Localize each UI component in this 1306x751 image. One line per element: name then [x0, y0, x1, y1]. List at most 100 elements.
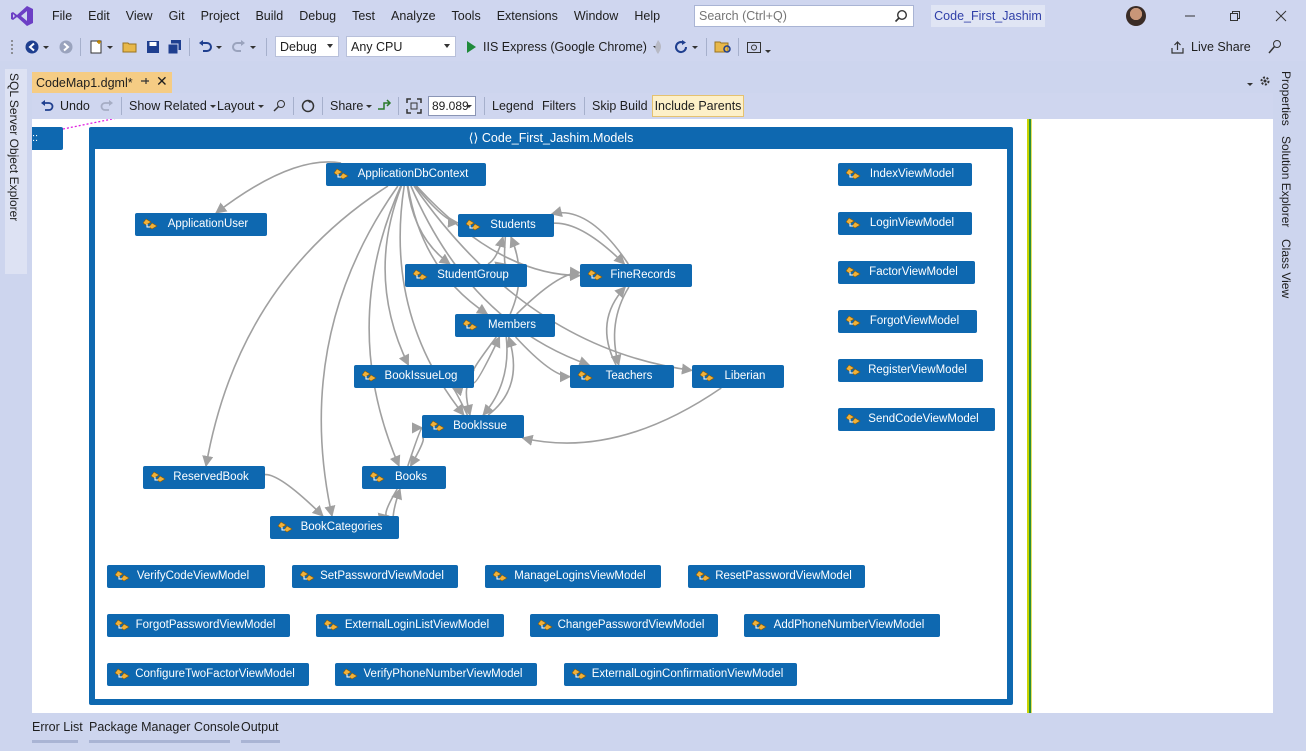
- visual-studio-logo-icon[interactable]: [10, 5, 34, 27]
- refresh-icon[interactable]: [673, 33, 698, 61]
- output-tab[interactable]: Output: [241, 720, 279, 734]
- codemap-canvas[interactable]: :: ⟨⟩ Code_First_Jashim.Models Applicati…: [32, 119, 1273, 713]
- class-node-book-issue-log[interactable]: BookIssueLog: [354, 365, 474, 388]
- new-project-icon[interactable]: [88, 33, 113, 61]
- refresh-map-icon[interactable]: [300, 93, 316, 119]
- close-tab-icon[interactable]: ✕: [156, 73, 168, 90]
- class-node-members[interactable]: Members: [455, 314, 555, 337]
- menu-view[interactable]: View: [118, 0, 161, 33]
- hot-reload-icon[interactable]: [652, 33, 664, 61]
- menu-extensions[interactable]: Extensions: [489, 0, 566, 33]
- error-list-tab[interactable]: Error List: [32, 720, 83, 734]
- codemap-toolbar: Undo Show Related Layout Share 89.089 Le…: [32, 93, 1273, 119]
- class-node-fine-records[interactable]: FineRecords: [580, 264, 692, 287]
- class-node-forgot-view-model[interactable]: ForgotViewModel: [838, 310, 977, 333]
- class-node-login-view-model[interactable]: LoginViewModel: [838, 212, 972, 235]
- package-manager-console-tab[interactable]: Package Manager Console: [89, 720, 240, 734]
- platform-dropdown[interactable]: Any CPU: [346, 36, 456, 57]
- menu-help[interactable]: Help: [626, 0, 668, 33]
- undo-button[interactable]: Undo: [40, 93, 90, 119]
- undo-icon[interactable]: [197, 33, 222, 61]
- menu-debug[interactable]: Debug: [291, 0, 344, 33]
- skip-build-button[interactable]: Skip Build: [592, 93, 648, 119]
- class-node-send-code-view-model[interactable]: SendCodeViewModel: [838, 408, 995, 431]
- include-parents-button[interactable]: Include Parents: [652, 95, 744, 117]
- search-icon[interactable]: [894, 9, 908, 23]
- minimize-icon[interactable]: [1180, 6, 1200, 26]
- zoom-level-combobox[interactable]: 89.089: [428, 96, 476, 116]
- class-node-set-password-view-model[interactable]: SetPasswordViewModel: [292, 565, 458, 588]
- class-node-book-issue[interactable]: BookIssue: [422, 415, 524, 438]
- open-folder-icon[interactable]: [122, 33, 138, 61]
- class-node-register-view-model[interactable]: RegisterViewModel: [838, 359, 983, 382]
- namespace-stub-node[interactable]: ::: [32, 127, 63, 150]
- menu-file[interactable]: File: [44, 0, 80, 33]
- class-node-reset-password-view-model[interactable]: ResetPasswordViewModel: [688, 565, 865, 588]
- menu-tools[interactable]: Tools: [444, 0, 489, 33]
- configuration-dropdown[interactable]: Debug: [275, 36, 339, 57]
- layout-menu[interactable]: Layout: [217, 93, 264, 119]
- class-icon: [343, 668, 358, 680]
- class-node-index-view-model[interactable]: IndexViewModel: [838, 163, 972, 186]
- class-node-forgot-password-view-model[interactable]: ForgotPasswordViewModel: [107, 614, 290, 637]
- close-icon[interactable]: [1271, 6, 1291, 26]
- class-node-books[interactable]: Books: [362, 466, 446, 489]
- menu-analyze[interactable]: Analyze: [383, 0, 443, 33]
- link-icon[interactable]: [376, 93, 392, 119]
- save-all-icon[interactable]: [167, 33, 183, 61]
- class-node-verify-code-view-model[interactable]: VerifyCodeViewModel: [107, 565, 265, 588]
- save-icon[interactable]: [145, 33, 161, 61]
- menu-git[interactable]: Git: [161, 0, 193, 33]
- menu-test[interactable]: Test: [344, 0, 383, 33]
- class-node-configure-two-factor-view-model[interactable]: ConfigureTwoFactorViewModel: [107, 663, 309, 686]
- restore-icon[interactable]: [1225, 6, 1245, 26]
- class-node-manage-logins-view-model[interactable]: ManageLoginsViewModel: [485, 565, 661, 588]
- menu-window[interactable]: Window: [566, 0, 626, 33]
- menu-project[interactable]: Project: [193, 0, 248, 33]
- class-node-student-group[interactable]: StudentGroup: [405, 264, 527, 287]
- class-node-students[interactable]: Students: [458, 214, 554, 237]
- group-title[interactable]: ⟨⟩ Code_First_Jashim.Models: [89, 127, 1013, 148]
- live-share-button[interactable]: Live Share: [1170, 33, 1251, 61]
- class-node-application-user[interactable]: ApplicationUser: [135, 213, 267, 236]
- class-node-liberian[interactable]: Liberian: [692, 365, 784, 388]
- class-node-teachers[interactable]: Teachers: [570, 365, 674, 388]
- navigate-forward-icon[interactable]: [58, 33, 74, 61]
- class-node-reserved-book[interactable]: ReservedBook: [143, 466, 265, 489]
- show-related-menu[interactable]: Show Related: [129, 93, 216, 119]
- gear-icon[interactable]: [1259, 75, 1271, 87]
- class-node-change-password-view-model[interactable]: ChangePasswordViewModel: [530, 614, 718, 637]
- class-node-book-categories[interactable]: BookCategories: [270, 516, 399, 539]
- feedback-icon[interactable]: [1267, 33, 1283, 61]
- class-node-external-login-list-view-model[interactable]: ExternalLoginListViewModel: [316, 614, 504, 637]
- search-box[interactable]: [694, 5, 914, 27]
- solution-explorer-tab[interactable]: Solution Explorer: [1279, 136, 1293, 227]
- menu-edit[interactable]: Edit: [80, 0, 118, 33]
- class-node-application-db-context[interactable]: ApplicationDbContext: [326, 163, 486, 186]
- zoom-to-fit-icon[interactable]: [406, 93, 422, 119]
- solution-name-badge[interactable]: Code_First_Jashim: [931, 5, 1045, 27]
- sql-server-object-explorer-tab[interactable]: SQL Server Object Explorer: [5, 69, 27, 274]
- tab-dropdown-icon[interactable]: [1244, 75, 1253, 89]
- document-tab-codemap[interactable]: CodeMap1.dgml* ✕: [32, 72, 172, 93]
- class-node-factor-view-model[interactable]: FactorViewModel: [838, 261, 975, 284]
- class-node-add-phone-number-view-model[interactable]: AddPhoneNumberViewModel: [744, 614, 940, 637]
- screenshot-icon[interactable]: [746, 33, 771, 61]
- class-node-verify-phone-number-view-model[interactable]: VerifyPhoneNumberViewModel: [335, 663, 537, 686]
- menu-build[interactable]: Build: [247, 0, 291, 33]
- class-view-tab[interactable]: Class View: [1279, 239, 1293, 298]
- pin-icon[interactable]: [139, 75, 151, 87]
- share-menu[interactable]: Share: [330, 93, 373, 119]
- avatar[interactable]: [1126, 6, 1146, 26]
- legend-button[interactable]: Legend: [492, 93, 534, 119]
- class-node-external-login-confirmation-view-model[interactable]: ExternalLoginConfirmationViewModel: [564, 663, 797, 686]
- properties-tab[interactable]: Properties: [1279, 71, 1293, 126]
- redo-icon[interactable]: [231, 33, 256, 61]
- search-input[interactable]: [695, 9, 885, 23]
- filters-button[interactable]: Filters: [542, 93, 576, 119]
- redo-icon[interactable]: [100, 93, 114, 119]
- find-in-files-icon[interactable]: [714, 33, 732, 61]
- find-node-icon[interactable]: [271, 93, 287, 119]
- navigate-back-icon[interactable]: [24, 33, 49, 61]
- run-button[interactable]: IIS Express (Google Chrome): [464, 33, 659, 61]
